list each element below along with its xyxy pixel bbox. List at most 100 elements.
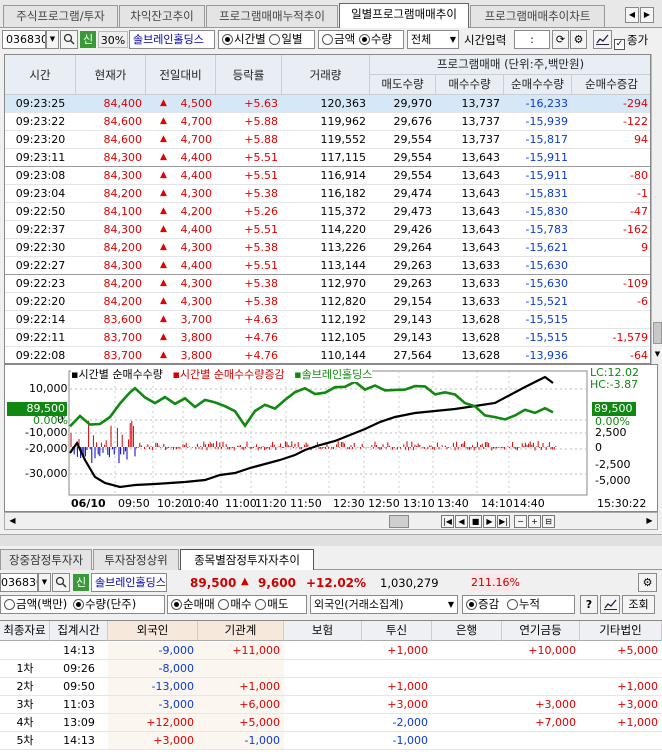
tab-program-trend-chart[interactable]: 프로그램매매추이차트: [470, 5, 605, 27]
table-row[interactable]: 3차 11:03 -3,000 +6,000 +3,000 +3,000 +3,000: [0, 696, 662, 714]
table-row[interactable]: 09:23:25 84,400 ▲ 4,500 +5.63 120,363 29,970 13…: [5, 95, 650, 113]
panel2-settings-icon[interactable]: ⚙: [638, 573, 657, 592]
table-row[interactable]: 09:22:50 84,100 ▲ 4,200 +5.26 115,372 29,473 13…: [5, 203, 650, 221]
chart-scroll-thumb[interactable]: [389, 515, 409, 528]
panel2-query-button[interactable]: 조회: [622, 595, 655, 614]
right-hc: HC:-3.87: [590, 378, 639, 391]
panel2-chart-icon[interactable]: [600, 595, 620, 614]
table-row[interactable]: 1차 09:26 -8,000: [0, 660, 662, 678]
zoom-out-icon[interactable]: −: [514, 515, 527, 528]
table-row[interactable]: 09:22:23 84,200 ▲ 4,300 +5.38 112,970 29,263 13…: [5, 275, 650, 293]
zoom-in-icon[interactable]: +: [528, 515, 541, 528]
cell-inst: +1,000: [198, 678, 284, 695]
panel2-code-dropdown-icon[interactable]: ▼: [38, 573, 51, 592]
cell-ins: [284, 696, 362, 713]
panel2-net-radio[interactable]: 순매매: [171, 597, 215, 611]
qty-radio[interactable]: 수량: [358, 32, 392, 46]
table-row[interactable]: 2차 09:50 -13,000 +1,000 +1,000 +1,000: [0, 678, 662, 696]
panel-splitter[interactable]: [0, 534, 662, 546]
panel2-search-icon[interactable]: [52, 573, 70, 592]
chart-toggle-icon[interactable]: [593, 30, 612, 49]
cell-etc: +1,000: [617, 680, 658, 693]
panel2-qty-radio[interactable]: 수량(단주): [72, 597, 136, 611]
tab-daily-program-trend[interactable]: 일별프로그램매매추이: [339, 3, 469, 29]
table-row[interactable]: 09:23:11 84,300 ▲ 4,400 +5.51 117,115 29,554 13…: [5, 149, 650, 167]
cell-volume: 110,144: [320, 349, 367, 362]
settings-icon[interactable]: ⚙: [570, 30, 587, 49]
table-row[interactable]: 09:23:20 84,600 ▲ 4,700 +5.88 119,552 29,554 13…: [5, 131, 650, 149]
table-row[interactable]: 09:22:11 83,700 ▲ 3,800 +4.76 112,105 29,143 13…: [5, 329, 650, 347]
tab-intraday-investor[interactable]: 장중잠정투자자: [0, 549, 92, 570]
tab-next-icon[interactable]: ▶: [640, 7, 654, 23]
tab-stock-program-investor[interactable]: 주식프로그램/투자: [3, 5, 118, 27]
scroll-left-icon[interactable]: ◀: [6, 515, 19, 528]
close-price-checkbox[interactable]: ✓ 종가: [614, 32, 648, 50]
panel2-code-input[interactable]: 036830: [0, 573, 38, 592]
tab-investor-top[interactable]: 투자잠정상위: [93, 549, 179, 570]
day-radio[interactable]: 일별: [269, 32, 303, 46]
cell-ins: [284, 714, 362, 731]
toolbar: 036830 ▼ 신 30% 솔브레인홀딩스 시간별 일별 금액 수량 전체 ▼ …: [0, 28, 662, 52]
table-scrollbar[interactable]: ▼: [651, 54, 662, 364]
table-row[interactable]: 09:22:14 83,600 ▲ 3,700 +4.63 112,192 29,143 13…: [5, 311, 650, 329]
scroll-right-icon[interactable]: ▶: [643, 515, 656, 528]
table-row[interactable]: 4차 13:09 +12,000 +5,000 -2,000 +7,000 +1,000: [0, 714, 662, 732]
tab-stock-investor-trend[interactable]: 종목별잠정투자자추이: [180, 549, 314, 570]
table-row[interactable]: 09:22:30 84,200 ▲ 4,300 +5.38 113,226 29,264 13…: [5, 239, 650, 257]
search-icon[interactable]: [60, 30, 78, 49]
zoom-reset-icon[interactable]: ⊟: [542, 515, 555, 528]
cell-trust: +3,000: [387, 698, 428, 711]
table-row[interactable]: 09:23:08 84,300 ▲ 4,400 +5.51 116,914 29,554 13…: [5, 167, 650, 185]
panel2-amount-radio[interactable]: 금액(백만): [4, 597, 67, 611]
cell-ins: [284, 732, 362, 749]
prev-icon[interactable]: ◀: [455, 515, 468, 528]
first-icon[interactable]: |◀: [441, 515, 454, 528]
up-triangle-icon: ▲: [160, 260, 167, 270]
table-row[interactable]: 09:22:08 83,700 ▲ 3,800 +4.76 110,144 27,564 13…: [5, 347, 650, 363]
scroll-thumb[interactable]: [653, 322, 662, 344]
panel2-investor-select[interactable]: 외국인(거래소집계) ▼: [310, 595, 458, 614]
table-row[interactable]: 09:23:22 84,600 ▲ 4,700 +5.88 119,962 29,676 13…: [5, 113, 650, 131]
time-input[interactable]: :: [514, 30, 550, 49]
chart-scrollbar[interactable]: ◀ |◀ ◀ ■ ▶ ▶| − + ⊟ ▶: [4, 512, 658, 530]
next-icon[interactable]: ▶: [483, 515, 496, 528]
scroll-down-icon[interactable]: ▼: [653, 350, 662, 362]
cell-foreign: -13,000: [108, 678, 198, 695]
table-row[interactable]: 09:22:20 84,200 ▲ 4,300 +5.38 112,820 29,154 13…: [5, 293, 650, 311]
time-radio[interactable]: 시간별: [222, 32, 266, 46]
panel2-cum-radio[interactable]: 누적: [506, 597, 540, 611]
x-label: 11:20: [255, 497, 287, 510]
tab-prev-icon[interactable]: ◀: [625, 7, 639, 23]
tab-arbitrage-balance[interactable]: 차익잔고추이: [119, 5, 205, 27]
table-row[interactable]: 5차 14:13 +3,000 -1,000 -1,000: [0, 732, 662, 750]
cell-time: 14:13: [63, 644, 95, 657]
stop-icon[interactable]: ■: [469, 515, 482, 528]
refresh-icon[interactable]: ⟳: [552, 30, 569, 49]
code-dropdown-icon[interactable]: ▼: [46, 30, 59, 49]
table-row[interactable]: 14:13 -9,000 +11,000 +1,000 +10,000 +5,000: [0, 642, 662, 660]
left-tick-10000: 10,000: [29, 382, 68, 395]
stock-code-input[interactable]: 036830: [2, 30, 46, 49]
table-row[interactable]: 09:22:37 84,300 ▲ 4,400 +5.51 114,220 29,426 13…: [5, 221, 650, 239]
market-select[interactable]: 전체 ▼: [407, 30, 459, 49]
panel2-options: 금액(백만) 수량(단주) 순매매 매수 매도 외국인(거래소집계) ▼ 증감 누…: [0, 595, 662, 619]
cell-rate: +5.88: [244, 133, 278, 146]
panel2-buy-radio[interactable]: 매수: [218, 597, 252, 611]
cell-bank: [432, 696, 502, 713]
last-icon[interactable]: ▶|: [497, 515, 510, 528]
cell-price: 83,700: [103, 349, 143, 362]
tab-program-cumulative[interactable]: 프로그램매매누적추이: [206, 5, 338, 27]
cell-volume: 112,105: [320, 331, 367, 344]
cell-rate: +5.51: [244, 259, 278, 272]
panel2-help-button[interactable]: ?: [580, 595, 598, 614]
program-chart[interactable]: ▪시간별 순매수수량 ▪시간별 순매수수량증감 ▪솔브레인홀딩스 10,000 …: [4, 364, 658, 512]
up-triangle-icon: ▲: [160, 278, 167, 288]
panel2-sell-radio[interactable]: 매도: [255, 597, 288, 611]
panel2-delta-radio[interactable]: 증감: [466, 597, 499, 611]
table-row[interactable]: 09:23:04 84,200 ▲ 4,300 +5.38 116,182 29,474 13…: [5, 185, 650, 203]
cell-time: 09:22:23: [15, 277, 66, 290]
table-row[interactable]: 09:22:27 84,300 ▲ 4,400 +5.51 113,144 29,263 13…: [5, 257, 650, 275]
left-price-pct: 0.00%: [33, 414, 68, 427]
cell-price: 84,200: [103, 277, 143, 290]
amount-radio[interactable]: 금액: [322, 32, 355, 46]
